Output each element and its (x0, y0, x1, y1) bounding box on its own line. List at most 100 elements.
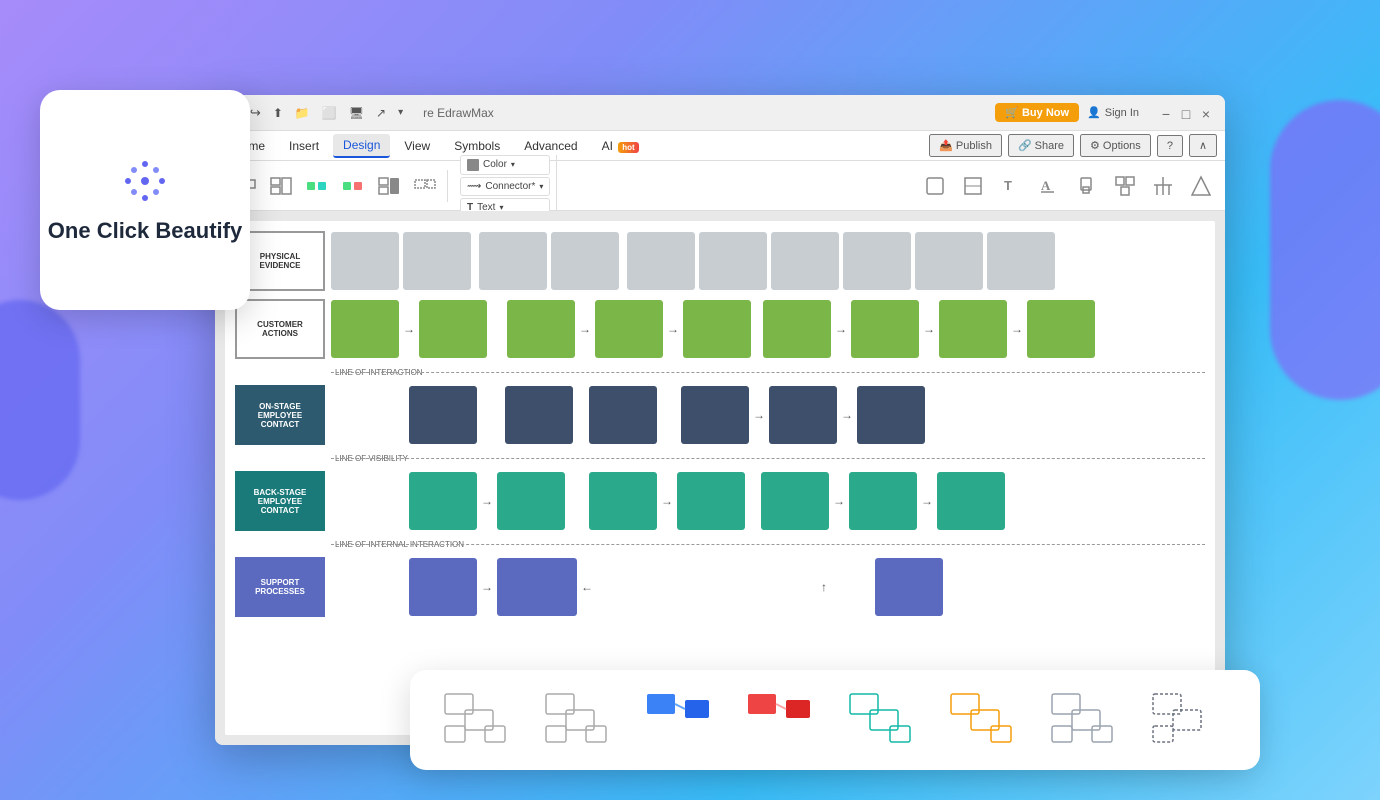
tb-shape6[interactable] (409, 170, 441, 202)
os-box-4[interactable] (681, 386, 749, 444)
menu-insert[interactable]: Insert (279, 135, 329, 157)
export-icon[interactable]: ↗ (376, 106, 386, 120)
canvas-area[interactable]: PHYSICALEVIDENCE (215, 211, 1225, 745)
shape-icon-8 (1149, 690, 1229, 750)
os-box-6[interactable] (857, 386, 925, 444)
canvas-inner: PHYSICALEVIDENCE (225, 221, 1215, 735)
bs-box-3[interactable] (589, 472, 657, 530)
ca-box-9[interactable] (1027, 300, 1095, 358)
pe-box-8[interactable] (843, 232, 911, 290)
tb-icon1[interactable] (919, 170, 951, 202)
close-button[interactable]: × (1199, 106, 1213, 120)
tb-icon7[interactable] (1147, 170, 1179, 202)
minimize-button[interactable]: − (1159, 106, 1173, 120)
chevron-down-icon[interactable]: ▾ (398, 107, 403, 118)
ca-box-7[interactable] (851, 300, 919, 358)
shape-template-5[interactable] (846, 690, 926, 750)
os-box-2[interactable] (505, 386, 573, 444)
boxes-physical-evidence (331, 232, 1205, 290)
bs-box-1[interactable] (409, 472, 477, 530)
shape-template-2[interactable] (542, 690, 622, 750)
sp-box-3[interactable] (875, 558, 943, 616)
os-box-1[interactable] (409, 386, 477, 444)
shape-icon-1 (441, 690, 521, 750)
redo-icon[interactable]: ↪ (250, 105, 261, 121)
bs-box-5[interactable] (761, 472, 829, 530)
monitor-icon[interactable]: 🖥 (349, 106, 364, 120)
shape-template-4[interactable] (744, 690, 824, 750)
bs-box-4[interactable] (677, 472, 745, 530)
shape-template-6[interactable] (947, 690, 1027, 750)
ca-box-5[interactable] (683, 300, 751, 358)
ca-box-4[interactable] (595, 300, 663, 358)
ca-box-1[interactable] (331, 300, 399, 358)
label-onstage: ON-STAGEEMPLOYEECONTACT (235, 385, 325, 445)
sp-box-2[interactable] (497, 558, 577, 616)
help-button[interactable]: ? (1157, 135, 1183, 157)
menu-view[interactable]: View (394, 135, 440, 157)
pe-box-4[interactable] (551, 232, 619, 290)
tb-shape4[interactable] (337, 170, 369, 202)
sp-box-1[interactable] (409, 558, 477, 616)
menu-symbols[interactable]: Symbols (444, 135, 510, 157)
shape-template-7[interactable] (1048, 690, 1128, 750)
tb-shape5[interactable] (373, 170, 405, 202)
pe-box-2[interactable] (403, 232, 471, 290)
tb-icon2[interactable] (957, 170, 989, 202)
menu-advanced[interactable]: Advanced (514, 135, 587, 157)
os-arrow-1: → (753, 408, 765, 422)
tb-icon8[interactable] (1185, 170, 1217, 202)
bs-box-2[interactable] (497, 472, 565, 530)
folder-icon[interactable]: 📁 (295, 106, 310, 120)
toolbar: Color ▾ ⟿ Connector* ▾ T Text ▾ (215, 161, 1225, 211)
menu-ai[interactable]: AI hot (592, 135, 649, 157)
ca-box-6[interactable] (763, 300, 831, 358)
connector-dropdown[interactable]: ⟿ Connector* ▾ (460, 177, 550, 196)
ca-box-8[interactable] (939, 300, 1007, 358)
label-support: SUPPORTPROCESSES (235, 557, 325, 617)
color-swatch (467, 159, 479, 171)
ca-box-2[interactable] (419, 300, 487, 358)
chevron-up-icon[interactable]: ∧ (1189, 134, 1217, 157)
tb-icon3[interactable]: T (995, 170, 1027, 202)
ocb-card: One Click Beautify (40, 90, 250, 310)
shape-template-3[interactable] (643, 690, 723, 750)
copy-icon[interactable]: ⬜ (322, 106, 337, 120)
tb-icon6[interactable] (1109, 170, 1141, 202)
tb-icon4[interactable]: A (1033, 170, 1065, 202)
tb-shape3[interactable] (301, 170, 333, 202)
pe-box-10[interactable] (987, 232, 1055, 290)
share-button[interactable]: 🔗 Share (1008, 134, 1074, 157)
pe-box-1[interactable] (331, 232, 399, 290)
maximize-button[interactable]: □ (1179, 106, 1193, 120)
shape-template-8[interactable] (1149, 690, 1229, 750)
sign-in-button[interactable]: 👤 Sign In (1087, 106, 1139, 119)
pe-box-6[interactable] (699, 232, 767, 290)
shape-icon-4 (744, 690, 824, 750)
decorative-blob-right (1270, 100, 1380, 400)
gear-icon: ⚙ (1090, 139, 1100, 152)
options-button[interactable]: ⚙ Options (1080, 134, 1151, 157)
bs-box-7[interactable] (937, 472, 1005, 530)
user-icon: 👤 (1087, 106, 1101, 119)
tb-shape2[interactable] (265, 170, 297, 202)
publish-button[interactable]: 📤 Publish (929, 134, 1002, 157)
pe-box-7[interactable] (771, 232, 839, 290)
pe-box-3[interactable] (479, 232, 547, 290)
ca-arrow-5: → (923, 322, 935, 336)
line-internal-container: LINE OF INTERNAL INTERACTION (331, 535, 1205, 553)
pe-box-5[interactable] (627, 232, 695, 290)
os-box-5[interactable] (769, 386, 837, 444)
menu-design[interactable]: Design (333, 134, 390, 158)
tb-icon5[interactable] (1071, 170, 1103, 202)
shape-template-1[interactable] (441, 690, 521, 750)
bs-box-6[interactable] (849, 472, 917, 530)
buy-now-button[interactable]: 🛒 Buy Now (995, 103, 1079, 122)
save-icon[interactable]: ⬆ (273, 106, 283, 120)
ca-box-3[interactable] (507, 300, 575, 358)
pe-box-9[interactable] (915, 232, 983, 290)
connector-icon: ⟿ (467, 181, 481, 192)
shape-icon-3 (643, 690, 723, 750)
color-dropdown[interactable]: Color ▾ (460, 155, 550, 175)
os-box-3[interactable] (589, 386, 657, 444)
